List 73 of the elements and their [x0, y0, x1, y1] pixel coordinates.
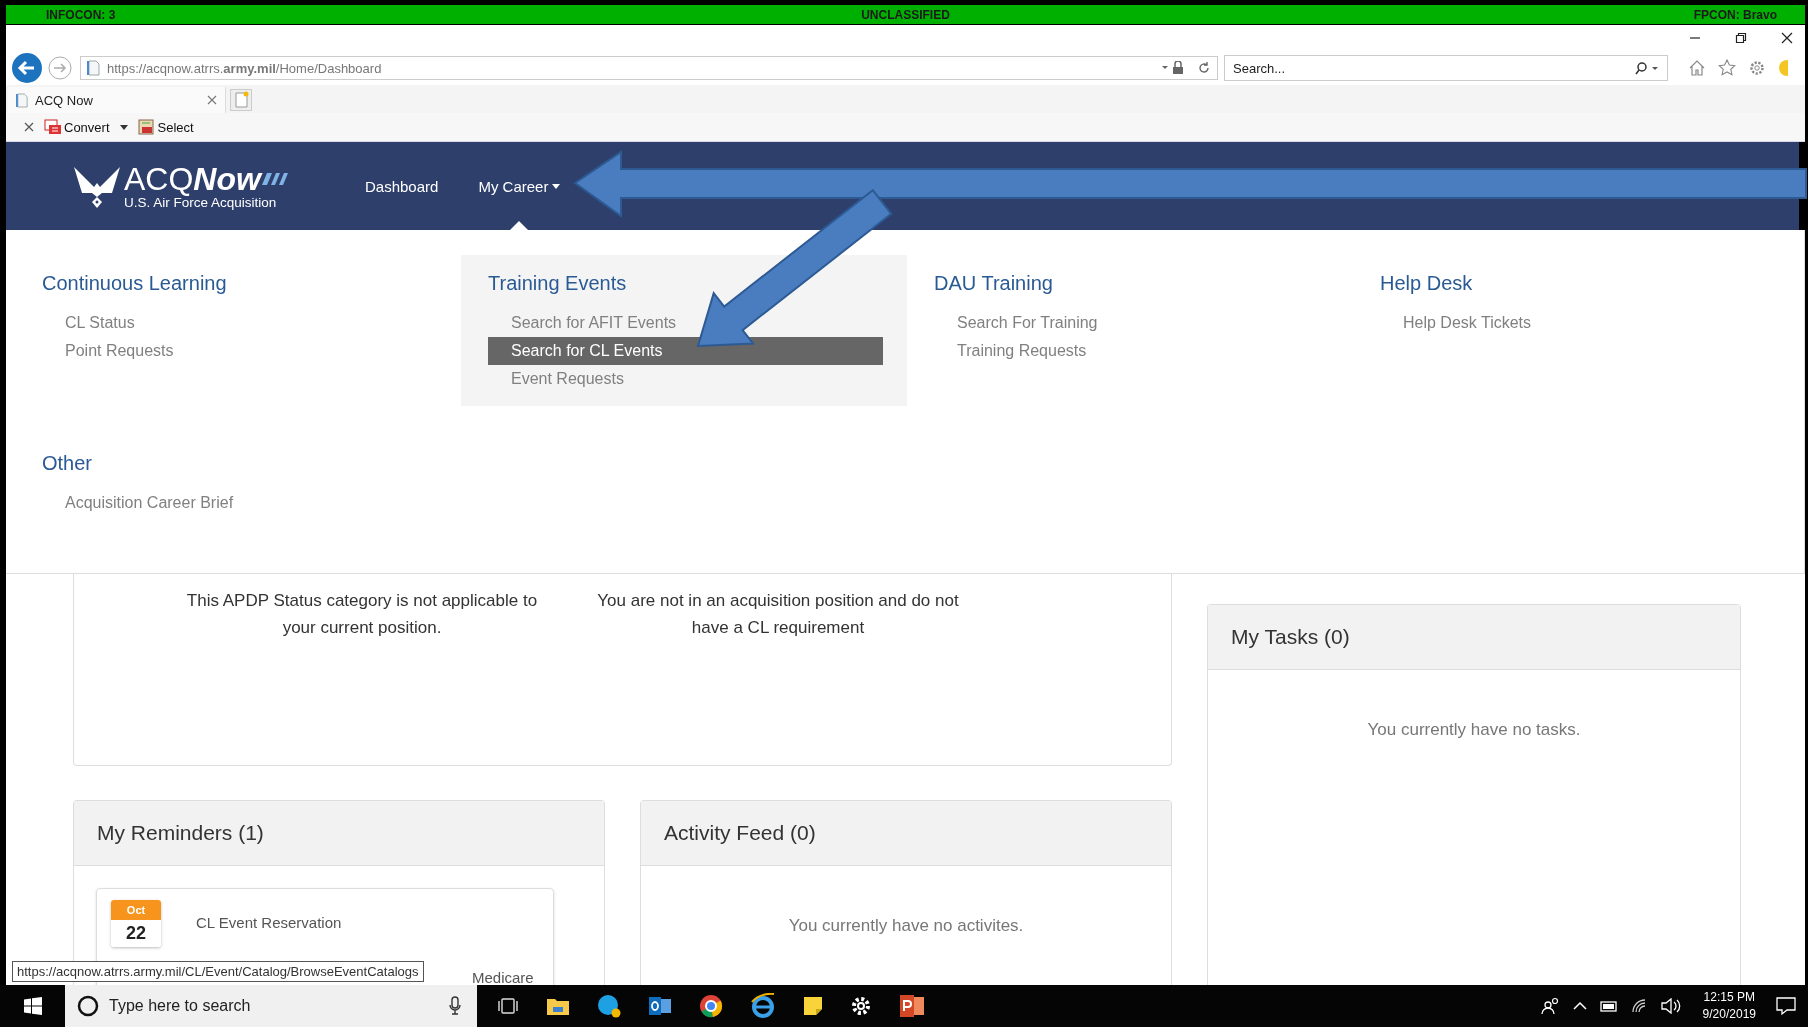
- chevron-up-icon[interactable]: [1572, 1001, 1587, 1011]
- battery-icon[interactable]: [1598, 1000, 1619, 1012]
- note-icon[interactable]: [803, 996, 823, 1016]
- taskbar-search-field[interactable]: Type here to search: [65, 985, 477, 1027]
- page-icon: [16, 92, 29, 108]
- nav-link[interactable]: Dashboard: [365, 177, 439, 195]
- brand-subtitle: U.S. Air Force Acquisition: [124, 195, 278, 210]
- link-status-tooltip: https://acqnow.atrrs.army.mil/CL/Event/Catalog/BrowseEventCatalogs: [12, 961, 424, 982]
- presentation-app-icon[interactable]: [899, 994, 925, 1018]
- nav-link[interactable]: My Career: [478, 177, 561, 195]
- date-month: Oct: [111, 900, 161, 920]
- reminder-detail: Medicare: [472, 969, 535, 985]
- brand-name-emphasis: Now: [193, 162, 261, 196]
- reminder-title: CL Event Reservation: [196, 914, 342, 931]
- chat-app-icon[interactable]: [597, 994, 621, 1018]
- menu-item[interactable]: Point Requests: [42, 337, 464, 365]
- browser-tab[interactable]: ACQ Now: [8, 87, 226, 113]
- toolbar-button[interactable]: Convert: [44, 119, 110, 135]
- close-icon[interactable]: [24, 122, 34, 132]
- status-message: This APDP Status category is not applicable to your current position.: [185, 590, 539, 639]
- microphone-icon[interactable]: [449, 996, 461, 1016]
- clock-date[interactable]: 9/20/2019: [1702, 1006, 1756, 1023]
- infocon-label: INFOCON: 3: [46, 7, 116, 22]
- panel-title: Activity Feed (0): [664, 821, 816, 845]
- home-icon[interactable]: [1688, 59, 1706, 77]
- menu-item[interactable]: Help Desk Tickets: [1380, 309, 1802, 337]
- empty-message: You currently have no tasks.: [1367, 720, 1581, 741]
- back-icon[interactable]: [12, 53, 42, 83]
- task-view-icon[interactable]: [497, 997, 519, 1015]
- windows-start-icon[interactable]: [24, 997, 42, 1015]
- classification-label: UNCLASSIFIED: [861, 7, 950, 22]
- status-message: You are not in an acquisition position and do not have a CL requirement: [596, 590, 960, 639]
- restore-icon[interactable]: [1735, 32, 1747, 44]
- refresh-icon[interactable]: [1197, 61, 1211, 75]
- menu-heading: Continuous Learning: [42, 272, 227, 295]
- cortana-icon: [77, 995, 99, 1017]
- date-day: 22: [111, 920, 161, 947]
- menu-item[interactable]: Event Requests: [488, 365, 883, 393]
- browser-app-icon[interactable]: [699, 994, 723, 1018]
- empty-message: You currently have no activites.: [788, 916, 1024, 937]
- toolbar-button[interactable]: Select: [137, 119, 194, 135]
- panel-title: My Reminders (1): [97, 821, 264, 845]
- mail-app-icon[interactable]: [648, 995, 672, 1017]
- star-icon[interactable]: [1718, 59, 1736, 77]
- settings-icon[interactable]: [850, 995, 872, 1017]
- caret-icon: [552, 183, 561, 189]
- pdf-icon: [44, 119, 62, 135]
- panel-title: My Tasks (0): [1231, 625, 1350, 649]
- menu-item[interactable]: Search For Training: [934, 309, 1356, 337]
- pdf-icon: [137, 119, 156, 135]
- brand-name: ACQ: [124, 162, 194, 196]
- address-field[interactable]: https://acqnow.atrrs.army.mil/Home/Dashboard: [80, 56, 1218, 80]
- menu-heading: Other: [42, 452, 93, 475]
- menu-item[interactable]: Acquisition Career Brief: [42, 489, 464, 517]
- menu-heading: Training Events: [488, 272, 627, 295]
- menu-heading: Help Desk: [1380, 272, 1473, 295]
- folder-icon[interactable]: [546, 996, 570, 1016]
- menu-item[interactable]: Search for AFIT Events: [488, 309, 883, 337]
- notifications-icon[interactable]: [1776, 996, 1796, 1016]
- people-icon[interactable]: [1540, 997, 1561, 1015]
- search-icon[interactable]: [1634, 61, 1660, 75]
- web-browser-icon[interactable]: [750, 993, 776, 1019]
- caret-icon[interactable]: [119, 124, 128, 130]
- fpcon-label: FPCON: Bravo: [1693, 7, 1777, 22]
- close-icon[interactable]: [1781, 32, 1793, 44]
- search-field[interactable]: Search...: [1224, 55, 1668, 81]
- volume-icon[interactable]: [1660, 998, 1683, 1014]
- menu-item[interactable]: Training Requests: [934, 337, 1356, 365]
- menu-item[interactable]: Search for CL Events: [488, 337, 883, 365]
- clock-time[interactable]: 12:15 PM: [1703, 989, 1755, 1006]
- menu-item[interactable]: CL Status: [42, 309, 464, 337]
- page-icon: [87, 60, 101, 76]
- menu-heading: DAU Training: [934, 272, 1053, 295]
